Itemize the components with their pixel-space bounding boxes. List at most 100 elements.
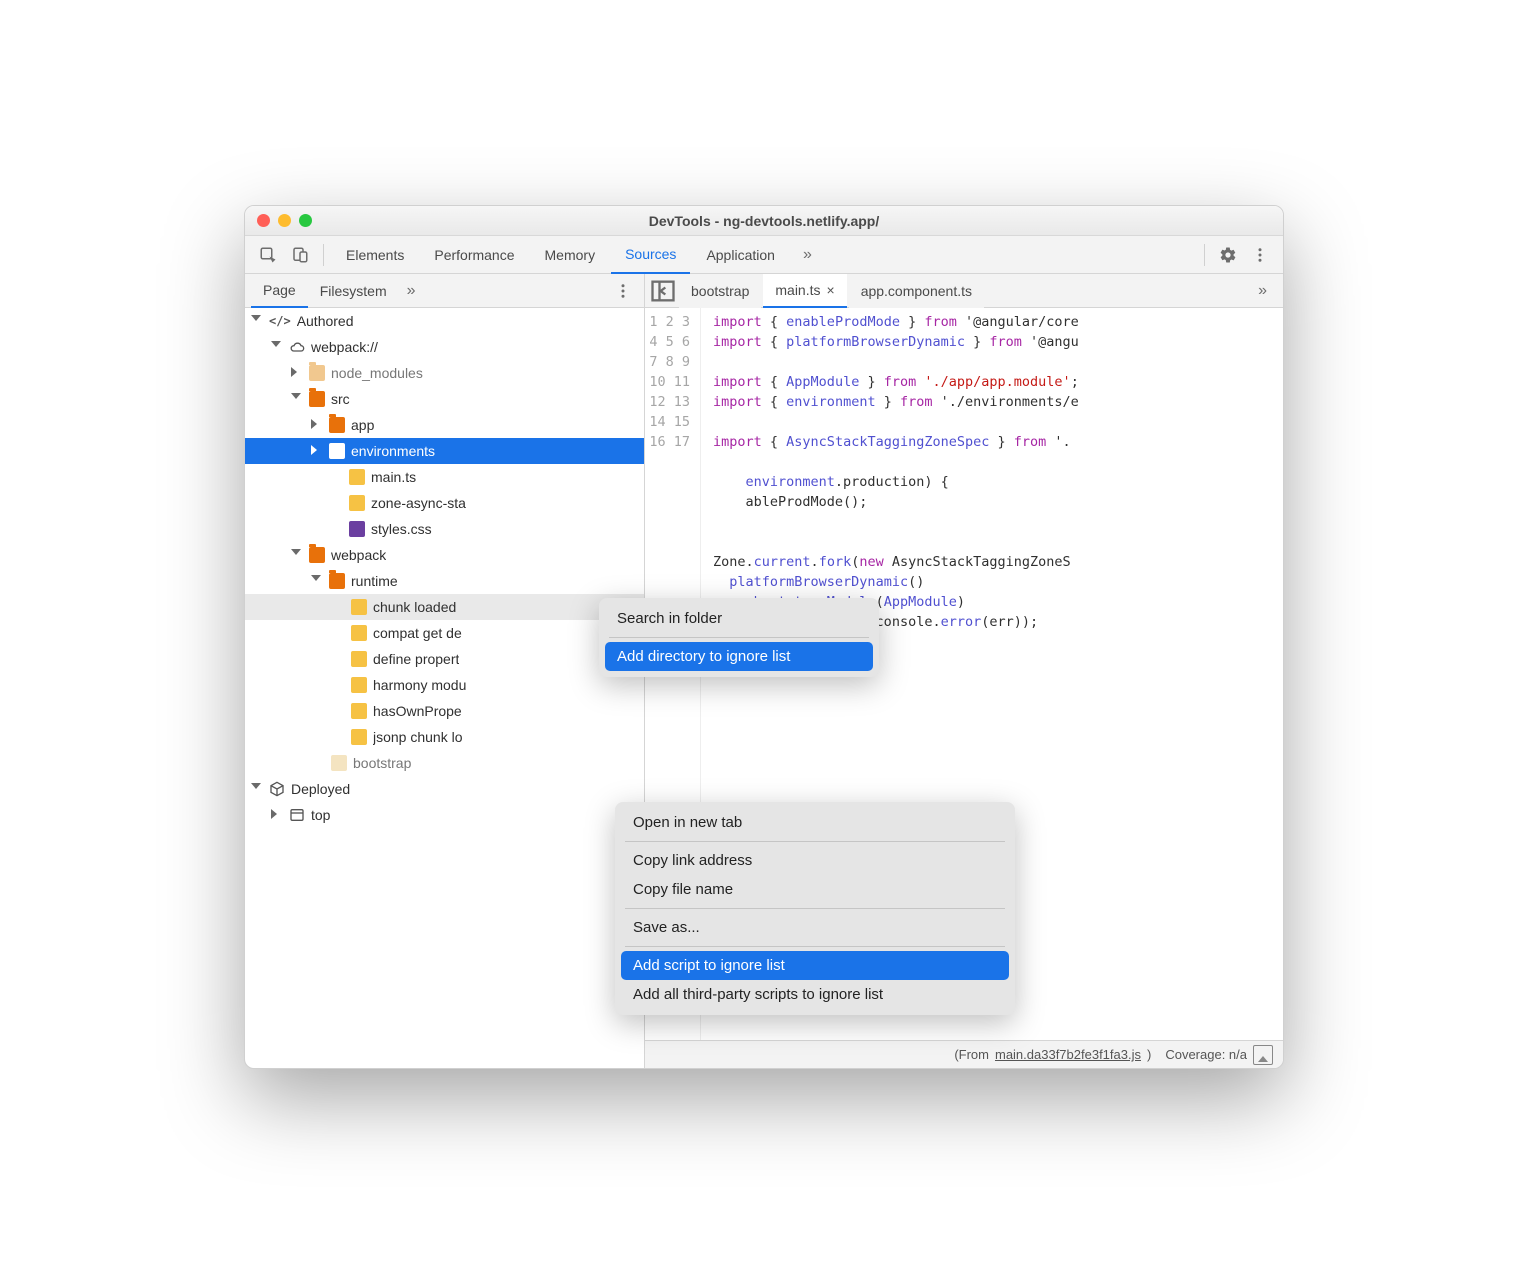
tree-label: Authored bbox=[297, 313, 354, 329]
file-tab-bootstrap[interactable]: bootstrap bbox=[679, 274, 761, 308]
tree-deployed[interactable]: Deployed bbox=[245, 776, 644, 802]
folder-icon bbox=[309, 547, 325, 563]
cm-open-new-tab[interactable]: Open in new tab bbox=[621, 808, 1009, 837]
tree-webpack-protocol[interactable]: webpack:// bbox=[245, 334, 644, 360]
tree-label: styles.css bbox=[371, 521, 432, 537]
tree-label: src bbox=[331, 391, 350, 407]
status-source-link[interactable]: main.da33f7b2fe3f1fa3.js bbox=[995, 1047, 1141, 1062]
file-icon bbox=[349, 495, 365, 511]
folder-icon bbox=[329, 443, 345, 459]
tree-label: hasOwnPrope bbox=[373, 703, 462, 719]
toggle-navigator-icon[interactable] bbox=[649, 277, 677, 305]
tab-application[interactable]: Application bbox=[692, 236, 789, 274]
file-icon bbox=[351, 677, 367, 693]
file-tree: </> Authored webpack:// node_modules src bbox=[245, 308, 644, 1068]
tab-memory[interactable]: Memory bbox=[531, 236, 610, 274]
cm-save-as[interactable]: Save as... bbox=[621, 913, 1009, 942]
tree-app[interactable]: app bbox=[245, 412, 644, 438]
editor-statusbar: (From main.da33f7b2fe3f1fa3.js ) Coverag… bbox=[645, 1040, 1283, 1068]
pretty-print-icon[interactable] bbox=[1253, 1045, 1273, 1065]
tree-chunk-loaded[interactable]: chunk loaded bbox=[245, 594, 644, 620]
file-context-menu: Open in new tab Copy link address Copy f… bbox=[615, 802, 1015, 1015]
tree-harmony[interactable]: harmony modu bbox=[245, 672, 644, 698]
devtools-window: DevTools - ng-devtools.netlify.app/ Elem… bbox=[244, 205, 1284, 1069]
status-from-prefix: (From bbox=[954, 1047, 989, 1062]
device-toolbar-icon[interactable] bbox=[285, 240, 315, 270]
tree-main-ts[interactable]: main.ts bbox=[245, 464, 644, 490]
tree-define-property[interactable]: define propert bbox=[245, 646, 644, 672]
tabs-overflow-icon[interactable]: » bbox=[791, 246, 824, 264]
tree-label: runtime bbox=[351, 573, 398, 589]
sidebar-tabstrip: Page Filesystem » bbox=[245, 274, 644, 308]
minimize-window-button[interactable] bbox=[278, 214, 291, 227]
tree-node-modules[interactable]: node_modules bbox=[245, 360, 644, 386]
inspect-element-icon[interactable] bbox=[253, 240, 283, 270]
tree-label: define propert bbox=[373, 651, 459, 667]
sidebar-kebab-icon[interactable] bbox=[608, 276, 638, 306]
file-icon bbox=[351, 625, 367, 641]
divider bbox=[323, 244, 324, 266]
tree-compat-get[interactable]: compat get de bbox=[245, 620, 644, 646]
file-tabstrip: bootstrap main.ts × app.component.ts » bbox=[645, 274, 1283, 308]
context-menu-separator bbox=[625, 841, 1005, 842]
code-icon: </> bbox=[269, 314, 291, 328]
tree-label: chunk loaded bbox=[373, 599, 456, 615]
sidebar-tab-page[interactable]: Page bbox=[251, 274, 308, 308]
tree-label: node_modules bbox=[331, 365, 423, 381]
cm-search-in-folder[interactable]: Search in folder bbox=[605, 604, 873, 633]
devtools-tabstrip: Elements Performance Memory Sources Appl… bbox=[245, 236, 1283, 274]
tree-webpack-folder[interactable]: webpack bbox=[245, 542, 644, 568]
folder-context-menu: Search in folder Add directory to ignore… bbox=[599, 598, 879, 677]
sidebar-tabs-overflow-icon[interactable]: » bbox=[399, 282, 424, 300]
tree-top[interactable]: top bbox=[245, 802, 644, 828]
file-icon bbox=[349, 469, 365, 485]
tab-sources[interactable]: Sources bbox=[611, 236, 690, 274]
kebab-menu-icon[interactable] bbox=[1245, 240, 1275, 270]
tree-jsonp[interactable]: jsonp chunk lo bbox=[245, 724, 644, 750]
folder-icon bbox=[329, 573, 345, 589]
context-menu-separator bbox=[609, 637, 869, 638]
settings-gear-icon[interactable] bbox=[1213, 240, 1243, 270]
cloud-icon bbox=[289, 339, 305, 355]
file-icon bbox=[351, 599, 367, 615]
sources-sidebar: Page Filesystem » </> Authored webpack:/… bbox=[245, 274, 645, 1068]
sidebar-tab-filesystem[interactable]: Filesystem bbox=[308, 274, 399, 308]
tree-bootstrap[interactable]: bootstrap bbox=[245, 750, 644, 776]
tree-src[interactable]: src bbox=[245, 386, 644, 412]
tab-performance[interactable]: Performance bbox=[420, 236, 528, 274]
close-tab-icon[interactable]: × bbox=[827, 282, 835, 298]
tree-label: app bbox=[351, 417, 374, 433]
file-icon bbox=[351, 651, 367, 667]
close-window-button[interactable] bbox=[257, 214, 270, 227]
status-from-suffix: ) bbox=[1147, 1047, 1151, 1062]
folder-icon bbox=[309, 391, 325, 407]
tree-authored[interactable]: </> Authored bbox=[245, 308, 644, 334]
file-icon bbox=[349, 521, 365, 537]
tree-label: bootstrap bbox=[353, 755, 411, 771]
tree-label: webpack:// bbox=[311, 339, 378, 355]
cm-add-directory-ignore[interactable]: Add directory to ignore list bbox=[605, 642, 873, 671]
tree-environments[interactable]: environments bbox=[245, 438, 644, 464]
cm-copy-link[interactable]: Copy link address bbox=[621, 846, 1009, 875]
file-tab-label: main.ts bbox=[775, 282, 820, 298]
file-tab-main-ts[interactable]: main.ts × bbox=[763, 274, 846, 308]
tree-runtime[interactable]: runtime bbox=[245, 568, 644, 594]
tab-elements[interactable]: Elements bbox=[332, 236, 418, 274]
tree-label: compat get de bbox=[373, 625, 462, 641]
tree-hasown[interactable]: hasOwnPrope bbox=[245, 698, 644, 724]
tree-styles-css[interactable]: styles.css bbox=[245, 516, 644, 542]
folder-icon bbox=[309, 365, 325, 381]
tree-label: main.ts bbox=[371, 469, 416, 485]
titlebar: DevTools - ng-devtools.netlify.app/ bbox=[245, 206, 1283, 236]
cm-add-script-ignore[interactable]: Add script to ignore list bbox=[621, 951, 1009, 980]
file-tab-app-component[interactable]: app.component.ts bbox=[849, 274, 984, 308]
file-tabs-overflow-icon[interactable]: » bbox=[1246, 282, 1279, 300]
context-menu-separator bbox=[625, 908, 1005, 909]
frame-icon bbox=[289, 807, 305, 823]
context-menu-separator bbox=[625, 946, 1005, 947]
status-coverage: Coverage: n/a bbox=[1165, 1047, 1247, 1062]
cm-copy-filename[interactable]: Copy file name bbox=[621, 875, 1009, 904]
zoom-window-button[interactable] bbox=[299, 214, 312, 227]
tree-zone-async[interactable]: zone-async-sta bbox=[245, 490, 644, 516]
cm-add-all-third-party[interactable]: Add all third-party scripts to ignore li… bbox=[621, 980, 1009, 1009]
